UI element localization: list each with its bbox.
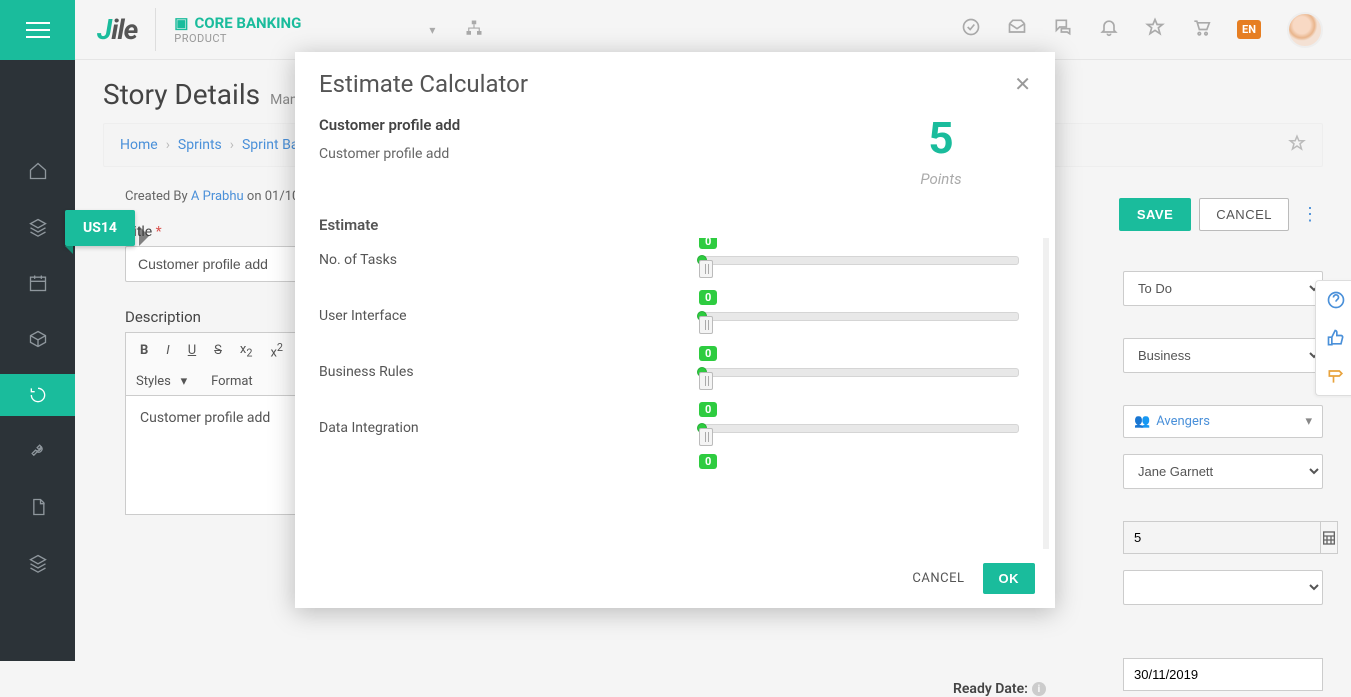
info-icon[interactable]: i [1032, 682, 1046, 696]
estimate-row-label: Business Rules [319, 364, 679, 380]
modal-cancel-button[interactable]: CANCEL [912, 571, 964, 586]
slider[interactable]: 0 [699, 312, 1019, 321]
slider-value: 0 [699, 346, 717, 361]
estimate-row-label: Data Integration [319, 420, 679, 436]
estimate-calculator-modal: Estimate Calculator ✕ Customer profile a… [295, 52, 1055, 608]
slider[interactable]: 0 [699, 424, 1019, 433]
estimate-row-label: No. of Tasks [319, 252, 679, 268]
slider-thumb[interactable] [699, 428, 713, 446]
modal-story-subtitle: Customer profile add [319, 146, 851, 162]
ready-date-label: Ready Date:i [953, 681, 1046, 697]
estimate-row: Data Integration 0 [295, 406, 1043, 462]
estimate-row: Business Rules 0 [295, 350, 1043, 406]
estimate-sliders: No. of Tasks 0 User Interface 0 Business… [295, 238, 1049, 549]
slider-thumb[interactable] [699, 316, 713, 334]
estimate-row: User Interface 0 [295, 294, 1043, 350]
slider-thumb[interactable] [699, 260, 713, 278]
modal-story-title: Customer profile add [319, 116, 851, 134]
slider-value: 0 [699, 290, 717, 305]
slider-thumb[interactable] [699, 372, 713, 390]
modal-title: Estimate Calculator [319, 70, 1014, 98]
points-label: Points [851, 170, 1031, 188]
slider[interactable]: 0 [699, 256, 1019, 265]
close-icon[interactable]: ✕ [1014, 72, 1031, 96]
estimate-header: Estimate [295, 206, 1055, 238]
slider[interactable]: 0 [699, 368, 1019, 377]
points-value: 5 [851, 116, 1031, 160]
slider-value: 0 [699, 402, 717, 417]
ready-date-input[interactable] [1123, 658, 1323, 691]
estimate-row-label: User Interface [319, 308, 679, 324]
modal-ok-button[interactable]: OK [983, 563, 1036, 594]
estimate-row: No. of Tasks 0 [295, 238, 1043, 294]
slider-value: 0 [699, 238, 717, 249]
slider-value: 0 [699, 454, 717, 469]
estimate-row: 0 [295, 462, 1043, 480]
